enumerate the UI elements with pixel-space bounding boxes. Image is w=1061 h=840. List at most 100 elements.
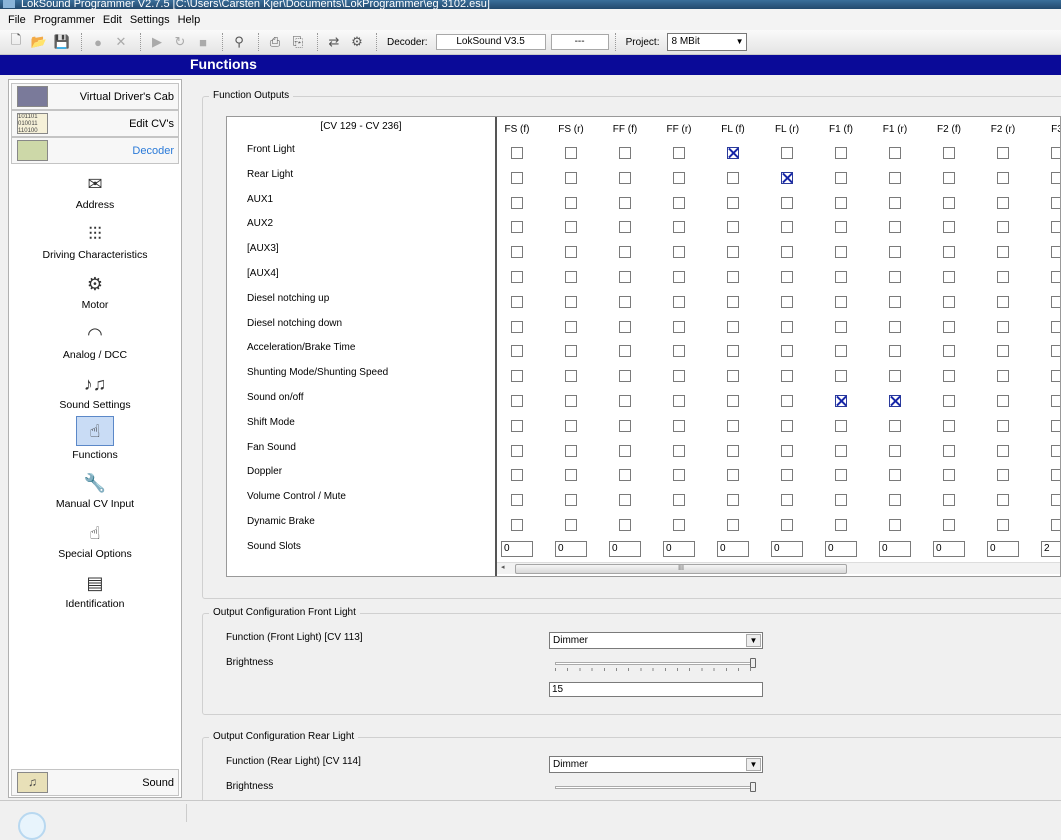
mapping-checkbox[interactable]	[673, 419, 685, 432]
mapping-checkbox[interactable]	[619, 196, 631, 209]
rear-light-brightness-slider[interactable]	[555, 782, 756, 795]
mapping-checkbox[interactable]	[511, 494, 523, 507]
mapping-checkbox[interactable]	[943, 395, 955, 407]
mapping-checkbox[interactable]	[997, 295, 1009, 308]
mapping-checkbox[interactable]	[565, 147, 577, 159]
mapping-checkbox[interactable]	[727, 147, 739, 159]
mapping-checkbox[interactable]	[781, 221, 793, 234]
network-icon[interactable]: ⚙	[347, 32, 367, 52]
mapping-checkbox[interactable]	[727, 419, 739, 432]
mapping-checkbox[interactable]	[997, 345, 1009, 358]
menu-programmer[interactable]: Programmer	[30, 14, 99, 26]
mapping-checkbox[interactable]	[835, 271, 847, 283]
mapping-checkbox[interactable]	[727, 444, 739, 457]
tab-sound[interactable]: ♫ Sound	[11, 769, 179, 796]
mapping-checkbox[interactable]	[889, 171, 901, 184]
save-icon[interactable]: 💾	[52, 32, 72, 52]
tab-virtual-drivers-cab[interactable]: Virtual Driver's Cab	[11, 83, 179, 110]
mapping-checkbox[interactable]	[565, 395, 577, 407]
mapping-checkbox[interactable]	[997, 370, 1009, 383]
sound-slot-input[interactable]: 0	[879, 540, 911, 557]
mapping-checkbox[interactable]	[673, 171, 685, 184]
mapping-checkbox[interactable]	[565, 171, 577, 184]
mapping-checkbox[interactable]	[565, 519, 577, 531]
mapping-checkbox[interactable]	[673, 295, 685, 308]
mapping-checkbox[interactable]	[835, 444, 847, 457]
mapping-checkbox[interactable]	[511, 370, 523, 383]
mapping-checkbox[interactable]	[565, 246, 577, 259]
sidebar-item-functions[interactable]: ☝ Functions	[9, 416, 181, 461]
mapping-checkbox[interactable]	[511, 196, 523, 209]
mapping-checkbox[interactable]	[943, 469, 955, 482]
mapping-checkbox[interactable]	[619, 519, 631, 531]
mapping-checkbox[interactable]	[943, 370, 955, 383]
sound-slot-input[interactable]: 0	[771, 540, 803, 557]
mapping-checkbox[interactable]	[889, 147, 901, 159]
mapping-checkbox[interactable]	[889, 519, 901, 531]
scroll-thumb[interactable]: III	[515, 564, 847, 574]
mapping-checkbox[interactable]	[781, 395, 793, 407]
mapping-checkbox[interactable]	[511, 519, 523, 531]
mapping-checkbox[interactable]	[835, 295, 847, 308]
mapping-checkbox[interactable]	[1051, 221, 1060, 234]
slider-knob[interactable]	[750, 782, 756, 792]
mapping-checkbox[interactable]	[835, 494, 847, 507]
sound-slot-input[interactable]: 0	[663, 540, 695, 557]
mapping-checkbox[interactable]	[619, 171, 631, 184]
sound-slot-input[interactable]: 0	[609, 540, 641, 557]
mapping-checkbox[interactable]	[943, 494, 955, 507]
mapping-checkbox[interactable]	[835, 320, 847, 333]
mapping-checkbox[interactable]	[889, 295, 901, 308]
mapping-checkbox[interactable]	[727, 494, 739, 507]
sidebar-item-analog-dcc[interactable]: ◠ Analog / DCC	[9, 322, 181, 361]
mapping-checkbox[interactable]	[889, 320, 901, 333]
menu-help[interactable]: Help	[174, 14, 205, 26]
mapping-checkbox[interactable]	[619, 345, 631, 358]
mapping-checkbox[interactable]	[511, 171, 523, 184]
mapping-checkbox[interactable]	[943, 295, 955, 308]
mapping-checkbox[interactable]	[997, 395, 1009, 407]
mapping-checkbox[interactable]	[997, 469, 1009, 482]
mapping-checkbox[interactable]	[781, 419, 793, 432]
mapping-checkbox[interactable]	[619, 419, 631, 432]
mapping-checkbox[interactable]	[835, 469, 847, 482]
mapping-checkbox[interactable]	[511, 271, 523, 283]
mapping-checkbox[interactable]	[619, 295, 631, 308]
mapping-checkbox[interactable]	[889, 395, 901, 407]
mapping-checkbox[interactable]	[943, 345, 955, 358]
mapping-checkbox[interactable]	[1051, 246, 1060, 259]
sidebar-item-sound-settings[interactable]: ♪♫ Sound Settings	[9, 372, 181, 411]
menu-file[interactable]: File	[4, 14, 30, 26]
mapping-checkbox[interactable]	[781, 271, 793, 283]
play-icon[interactable]: ▶	[147, 32, 167, 52]
mapping-checkbox[interactable]	[727, 519, 739, 531]
mapping-checkbox[interactable]	[619, 147, 631, 159]
stop-x-icon[interactable]: ✕	[111, 32, 131, 52]
mapping-checkbox[interactable]	[1051, 494, 1060, 507]
mapping-checkbox[interactable]	[997, 444, 1009, 457]
mapping-checkbox[interactable]	[619, 370, 631, 383]
mapping-checkbox[interactable]	[565, 370, 577, 383]
mapping-checkbox[interactable]	[511, 246, 523, 259]
mapping-checkbox[interactable]	[673, 196, 685, 209]
mapping-checkbox[interactable]	[511, 469, 523, 482]
mapping-checkbox[interactable]	[943, 419, 955, 432]
mapping-checkbox[interactable]	[997, 419, 1009, 432]
mapping-checkbox[interactable]	[943, 444, 955, 457]
mapping-checkbox[interactable]	[781, 519, 793, 531]
write-decoder-icon[interactable]: ⎘	[288, 32, 308, 52]
mapping-checkbox[interactable]	[511, 419, 523, 432]
mapping-checkbox[interactable]	[619, 469, 631, 482]
sidebar-item-address[interactable]: ✉ Address	[9, 172, 181, 211]
slider-knob[interactable]	[750, 658, 756, 668]
mapping-checkbox[interactable]	[1051, 320, 1060, 333]
menu-settings[interactable]: Settings	[126, 14, 174, 26]
mapping-checkbox[interactable]	[565, 295, 577, 308]
mapping-checkbox[interactable]	[619, 444, 631, 457]
sound-slot-input[interactable]: 0	[717, 540, 749, 557]
mapping-checkbox[interactable]	[511, 147, 523, 159]
mapping-checkbox[interactable]	[727, 295, 739, 308]
mapping-checkbox[interactable]	[997, 271, 1009, 283]
mapping-checkbox[interactable]	[1051, 395, 1060, 407]
mapping-checkbox[interactable]	[727, 395, 739, 407]
